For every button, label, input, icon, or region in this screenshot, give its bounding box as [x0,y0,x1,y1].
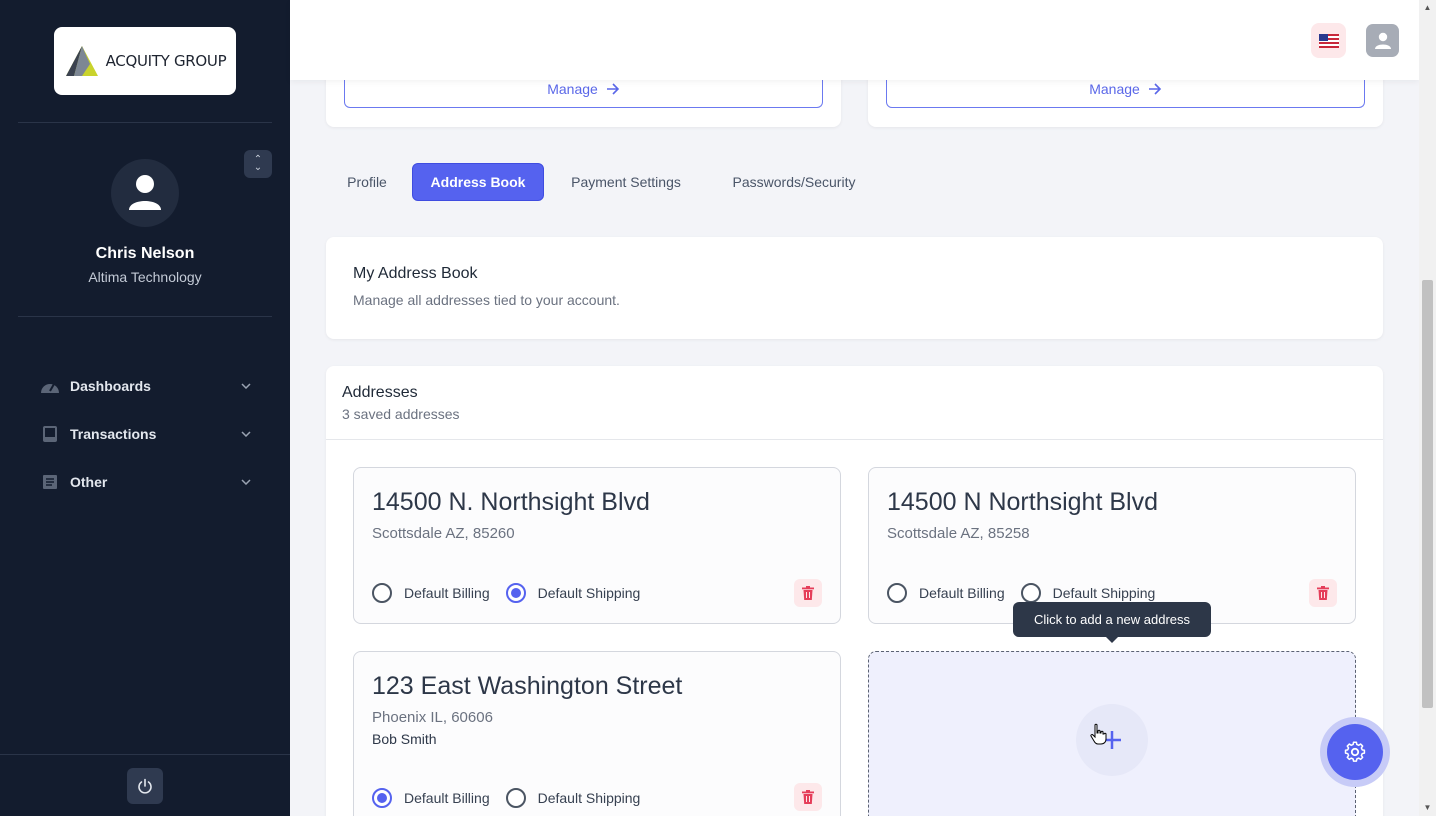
radio-label: Default Billing [404,790,490,806]
company-logo[interactable]: ACQUITY GROUP [54,27,236,95]
address-street: 14500 N. Northsight Blvd [372,488,650,516]
address-card[interactable]: 123 East Washington Street Phoenix IL, 6… [353,651,841,816]
radio-label: Default Billing [404,585,490,601]
delete-address-button[interactable] [1309,579,1337,607]
address-street: 123 East Washington Street [372,672,683,700]
tab-label: Address Book [430,174,526,190]
divider [326,439,1383,440]
panel-title: Addresses [342,384,418,401]
tab-address-book[interactable]: Address Book [412,163,544,201]
manage-label: Manage [1089,80,1140,97]
divider [18,316,272,317]
tab-payment-settings[interactable]: Payment Settings [556,163,696,201]
vertical-scrollbar[interactable]: ▲ ▼ [1419,0,1436,816]
logout-button[interactable] [127,768,163,804]
default-shipping-radio[interactable] [505,583,526,603]
settings-button[interactable] [1327,724,1383,780]
chevron-down-icon [240,380,252,392]
top-header [290,0,1419,80]
sidebar: ACQUITY GROUP ⌃ ⌄ Chris Nelson Altima Te… [0,0,290,816]
default-shipping-radio[interactable] [1020,583,1041,603]
add-address-button[interactable] [1076,704,1148,776]
logo-text: ACQUITY GROUP [105,52,227,70]
default-billing-radio[interactable] [372,583,392,603]
collapse-toggle-button[interactable]: ⌃ ⌄ [244,150,272,178]
chevron-down-icon [240,428,252,440]
chevron-down-icon: ⌄ [253,162,263,173]
address-city-state-zip: Phoenix IL, 60606 [372,709,493,726]
gauge-icon [40,376,60,396]
trash-icon [802,790,814,804]
user-icon [129,175,161,210]
divider [18,122,272,123]
default-options: Default Billing Default Shipping [887,583,1171,603]
power-icon [138,778,152,794]
inbox-icon [40,424,60,444]
radio-label: Default Shipping [1052,585,1156,601]
tab-profile[interactable]: Profile [334,163,400,201]
list-icon [40,472,60,492]
section-title: My Address Book [353,265,478,282]
chevron-down-icon [240,476,252,488]
trash-icon [802,586,814,600]
user-menu-button[interactable] [1366,24,1399,57]
hand-cursor-icon [1090,723,1107,745]
tab-label: Passwords/Security [732,174,856,190]
arrow-right-icon [606,82,619,95]
nav-item-other[interactable]: Other [40,467,252,497]
user-organization: Altima Technology [88,269,202,285]
radio-label: Default Shipping [537,790,641,806]
address-card[interactable]: 14500 N. Northsight Blvd Scottsdale AZ, … [353,467,841,624]
us-flag-icon [1318,33,1339,48]
nav-label: Transactions [70,426,157,442]
tab-label: Profile [347,174,387,190]
nav-item-transactions[interactable]: Transactions [40,419,252,449]
default-options: Default Billing Default Shipping [372,583,656,603]
default-shipping-radio[interactable] [505,788,526,808]
tab-label: Payment Settings [571,174,681,190]
trash-icon [1317,586,1329,600]
add-address-tooltip: Click to add a new address [1013,602,1211,643]
default-billing-radio[interactable] [372,788,392,808]
default-options: Default Billing Default Shipping [372,788,656,808]
address-card[interactable]: 14500 N Northsight Blvd Scottsdale AZ, 8… [868,467,1356,624]
address-street: 14500 N Northsight Blvd [887,488,1158,516]
scroll-down-arrow-icon[interactable]: ▼ [1419,800,1436,814]
radio-label: Default Billing [919,585,1005,601]
add-address-card[interactable] [868,651,1356,816]
gear-icon [1344,741,1366,762]
arrow-right-icon [1148,82,1161,95]
panel-subtitle: 3 saved addresses [342,406,460,422]
delete-address-button[interactable] [794,579,822,607]
tab-passwords-security[interactable]: Passwords/Security [716,163,872,201]
avatar[interactable] [111,159,179,227]
scroll-up-arrow-icon[interactable]: ▲ [1419,0,1436,14]
scrollbar-thumb[interactable] [1422,280,1433,708]
section-subtitle: Manage all addresses tied to your accoun… [353,292,620,308]
address-contact-name: Bob Smith [372,731,437,747]
delete-address-button[interactable] [794,783,822,811]
address-city-state-zip: Scottsdale AZ, 85260 [372,525,515,542]
settings-fab[interactable] [1320,717,1390,787]
user-icon [1374,32,1391,49]
nav-label: Dashboards [70,378,151,394]
address-book-header-card: My Address Book Manage all addresses tie… [326,237,1383,339]
nav-label: Other [70,474,108,490]
nav-item-dashboards[interactable]: Dashboards [40,371,252,401]
manage-label: Manage [547,80,598,97]
address-city-state-zip: Scottsdale AZ, 85258 [887,525,1030,542]
user-name: Chris Nelson [95,245,195,262]
logo-triangle-icon [65,46,98,76]
language-selector-button[interactable] [1311,23,1346,58]
radio-label: Default Shipping [537,585,641,601]
default-billing-radio[interactable] [887,583,907,603]
